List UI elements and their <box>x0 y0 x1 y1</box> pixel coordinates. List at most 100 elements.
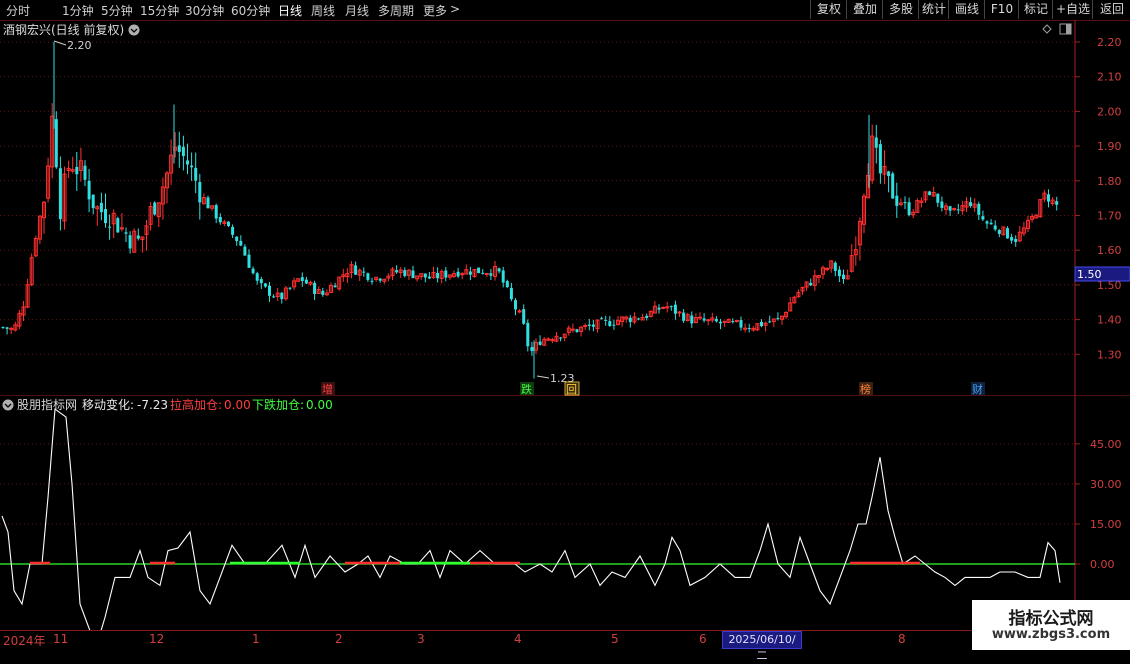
event-marker-finance[interactable]: 财 <box>971 382 985 396</box>
candle <box>514 298 517 316</box>
tab-15min[interactable]: 15分钟 <box>140 2 179 19</box>
candle <box>99 192 103 221</box>
candle <box>13 321 18 332</box>
candle <box>878 139 882 184</box>
candle <box>259 276 263 290</box>
candle <box>857 217 862 261</box>
overlay-button[interactable]: 叠加 <box>846 0 883 19</box>
candle <box>206 195 210 209</box>
candle <box>58 156 62 231</box>
candle <box>887 170 891 193</box>
candle <box>390 266 395 281</box>
candle <box>645 313 649 321</box>
candle <box>903 196 907 210</box>
candle <box>595 319 600 333</box>
candle <box>747 323 751 333</box>
price-tick-label: 1.40 <box>1097 314 1122 327</box>
candle <box>349 261 354 279</box>
back-button[interactable]: 返回 <box>1092 0 1130 19</box>
multi-stock-button[interactable]: 多股 <box>882 0 919 19</box>
drop-add-value: 0.00 <box>306 398 333 412</box>
adjust-button[interactable]: 复权 <box>810 0 847 19</box>
candle <box>792 295 797 304</box>
add-watchlist-button[interactable]: +自选 <box>1052 0 1093 19</box>
candle <box>546 337 551 342</box>
candlestick-chart[interactable]: 2.20 2.10 2.00 1.90 1.80 1.70 1.60 1.50 1.40 1.30… <box>0 20 1130 396</box>
f10-button[interactable]: F10 <box>984 0 1019 19</box>
rally-add-label: 拉高加仓: <box>170 397 222 412</box>
tab-more[interactable]: 更多 <box>423 2 447 19</box>
year-label: 2024年 <box>3 634 46 648</box>
candle <box>366 272 370 282</box>
stats-button[interactable]: 统计 <box>918 0 949 19</box>
draw-line-button[interactable]: 画线 <box>948 0 985 19</box>
candle <box>1034 214 1039 219</box>
tab-weekly[interactable]: 周线 <box>311 2 335 19</box>
tab-5min[interactable]: 5分钟 <box>101 2 133 19</box>
tab-daily[interactable]: 日线 <box>278 2 302 19</box>
tab-multi-period[interactable]: 多周期 <box>378 2 414 19</box>
tab-30min[interactable]: 30分钟 <box>185 2 224 19</box>
candle <box>1026 215 1030 233</box>
candle <box>809 278 813 287</box>
candle <box>186 143 189 175</box>
price-tick-label: 2.10 <box>1097 71 1122 84</box>
candle <box>423 273 427 283</box>
candle <box>1047 189 1050 208</box>
panel-toggle-icon[interactable] <box>1059 23 1072 35</box>
candle <box>210 205 215 211</box>
candle <box>398 267 403 278</box>
month-label: 2 <box>335 632 343 646</box>
collapse-icon[interactable] <box>2 399 14 411</box>
candle <box>227 221 230 228</box>
tab-monthly[interactable]: 月线 <box>345 2 369 19</box>
candle <box>374 276 379 282</box>
event-marker-increase[interactable]: 增 <box>321 382 335 396</box>
candle <box>50 103 55 179</box>
candle <box>132 228 137 253</box>
oscillator-chart[interactable]: 45.00 30.00 15.00 0.00 股朋指标网 移动变化: -7.23 拉高… <box>0 396 1130 630</box>
candle <box>936 193 940 207</box>
candle <box>386 273 391 282</box>
tab-minute-chart[interactable]: 分时 <box>6 2 30 19</box>
candle <box>788 296 793 312</box>
chevron-down-icon[interactable] <box>128 24 140 36</box>
event-marker-drop[interactable]: 跌 <box>520 382 534 396</box>
candle <box>628 315 632 328</box>
mark-button[interactable]: 标记 <box>1018 0 1053 19</box>
diamond-icon[interactable] <box>1042 24 1052 34</box>
candle <box>755 323 760 332</box>
candle <box>153 201 157 216</box>
svg-text:财: 财 <box>972 382 983 396</box>
candle <box>751 326 756 332</box>
candle <box>300 272 304 287</box>
candle <box>575 328 579 333</box>
svg-text:榜: 榜 <box>860 382 871 396</box>
candle <box>17 309 22 330</box>
tab-1min[interactable]: 1分钟 <box>62 2 94 19</box>
event-marker-ranking[interactable]: 榜 <box>859 382 873 396</box>
candle <box>42 200 46 234</box>
candle <box>923 191 928 203</box>
tab-60min[interactable]: 60分钟 <box>231 2 270 19</box>
price-tick-label: 2.00 <box>1097 105 1122 118</box>
candle <box>181 135 185 171</box>
candle <box>46 157 51 203</box>
candle <box>288 286 292 291</box>
candle <box>136 228 140 241</box>
candle <box>1017 226 1022 243</box>
candle <box>796 289 801 298</box>
candle <box>587 318 591 331</box>
chevron-right-icon[interactable]: > <box>450 2 460 16</box>
candle <box>251 266 255 275</box>
candle <box>201 193 206 205</box>
candle <box>690 311 694 328</box>
event-marker-return[interactable]: 回 <box>564 381 580 396</box>
candle <box>669 305 673 311</box>
candle <box>296 278 301 283</box>
candle <box>128 231 132 254</box>
month-label: 1 <box>252 632 260 646</box>
indicator-tick-label: 30.00 <box>1090 478 1122 491</box>
candle <box>1021 221 1026 237</box>
oscillator-line <box>1 408 1061 630</box>
